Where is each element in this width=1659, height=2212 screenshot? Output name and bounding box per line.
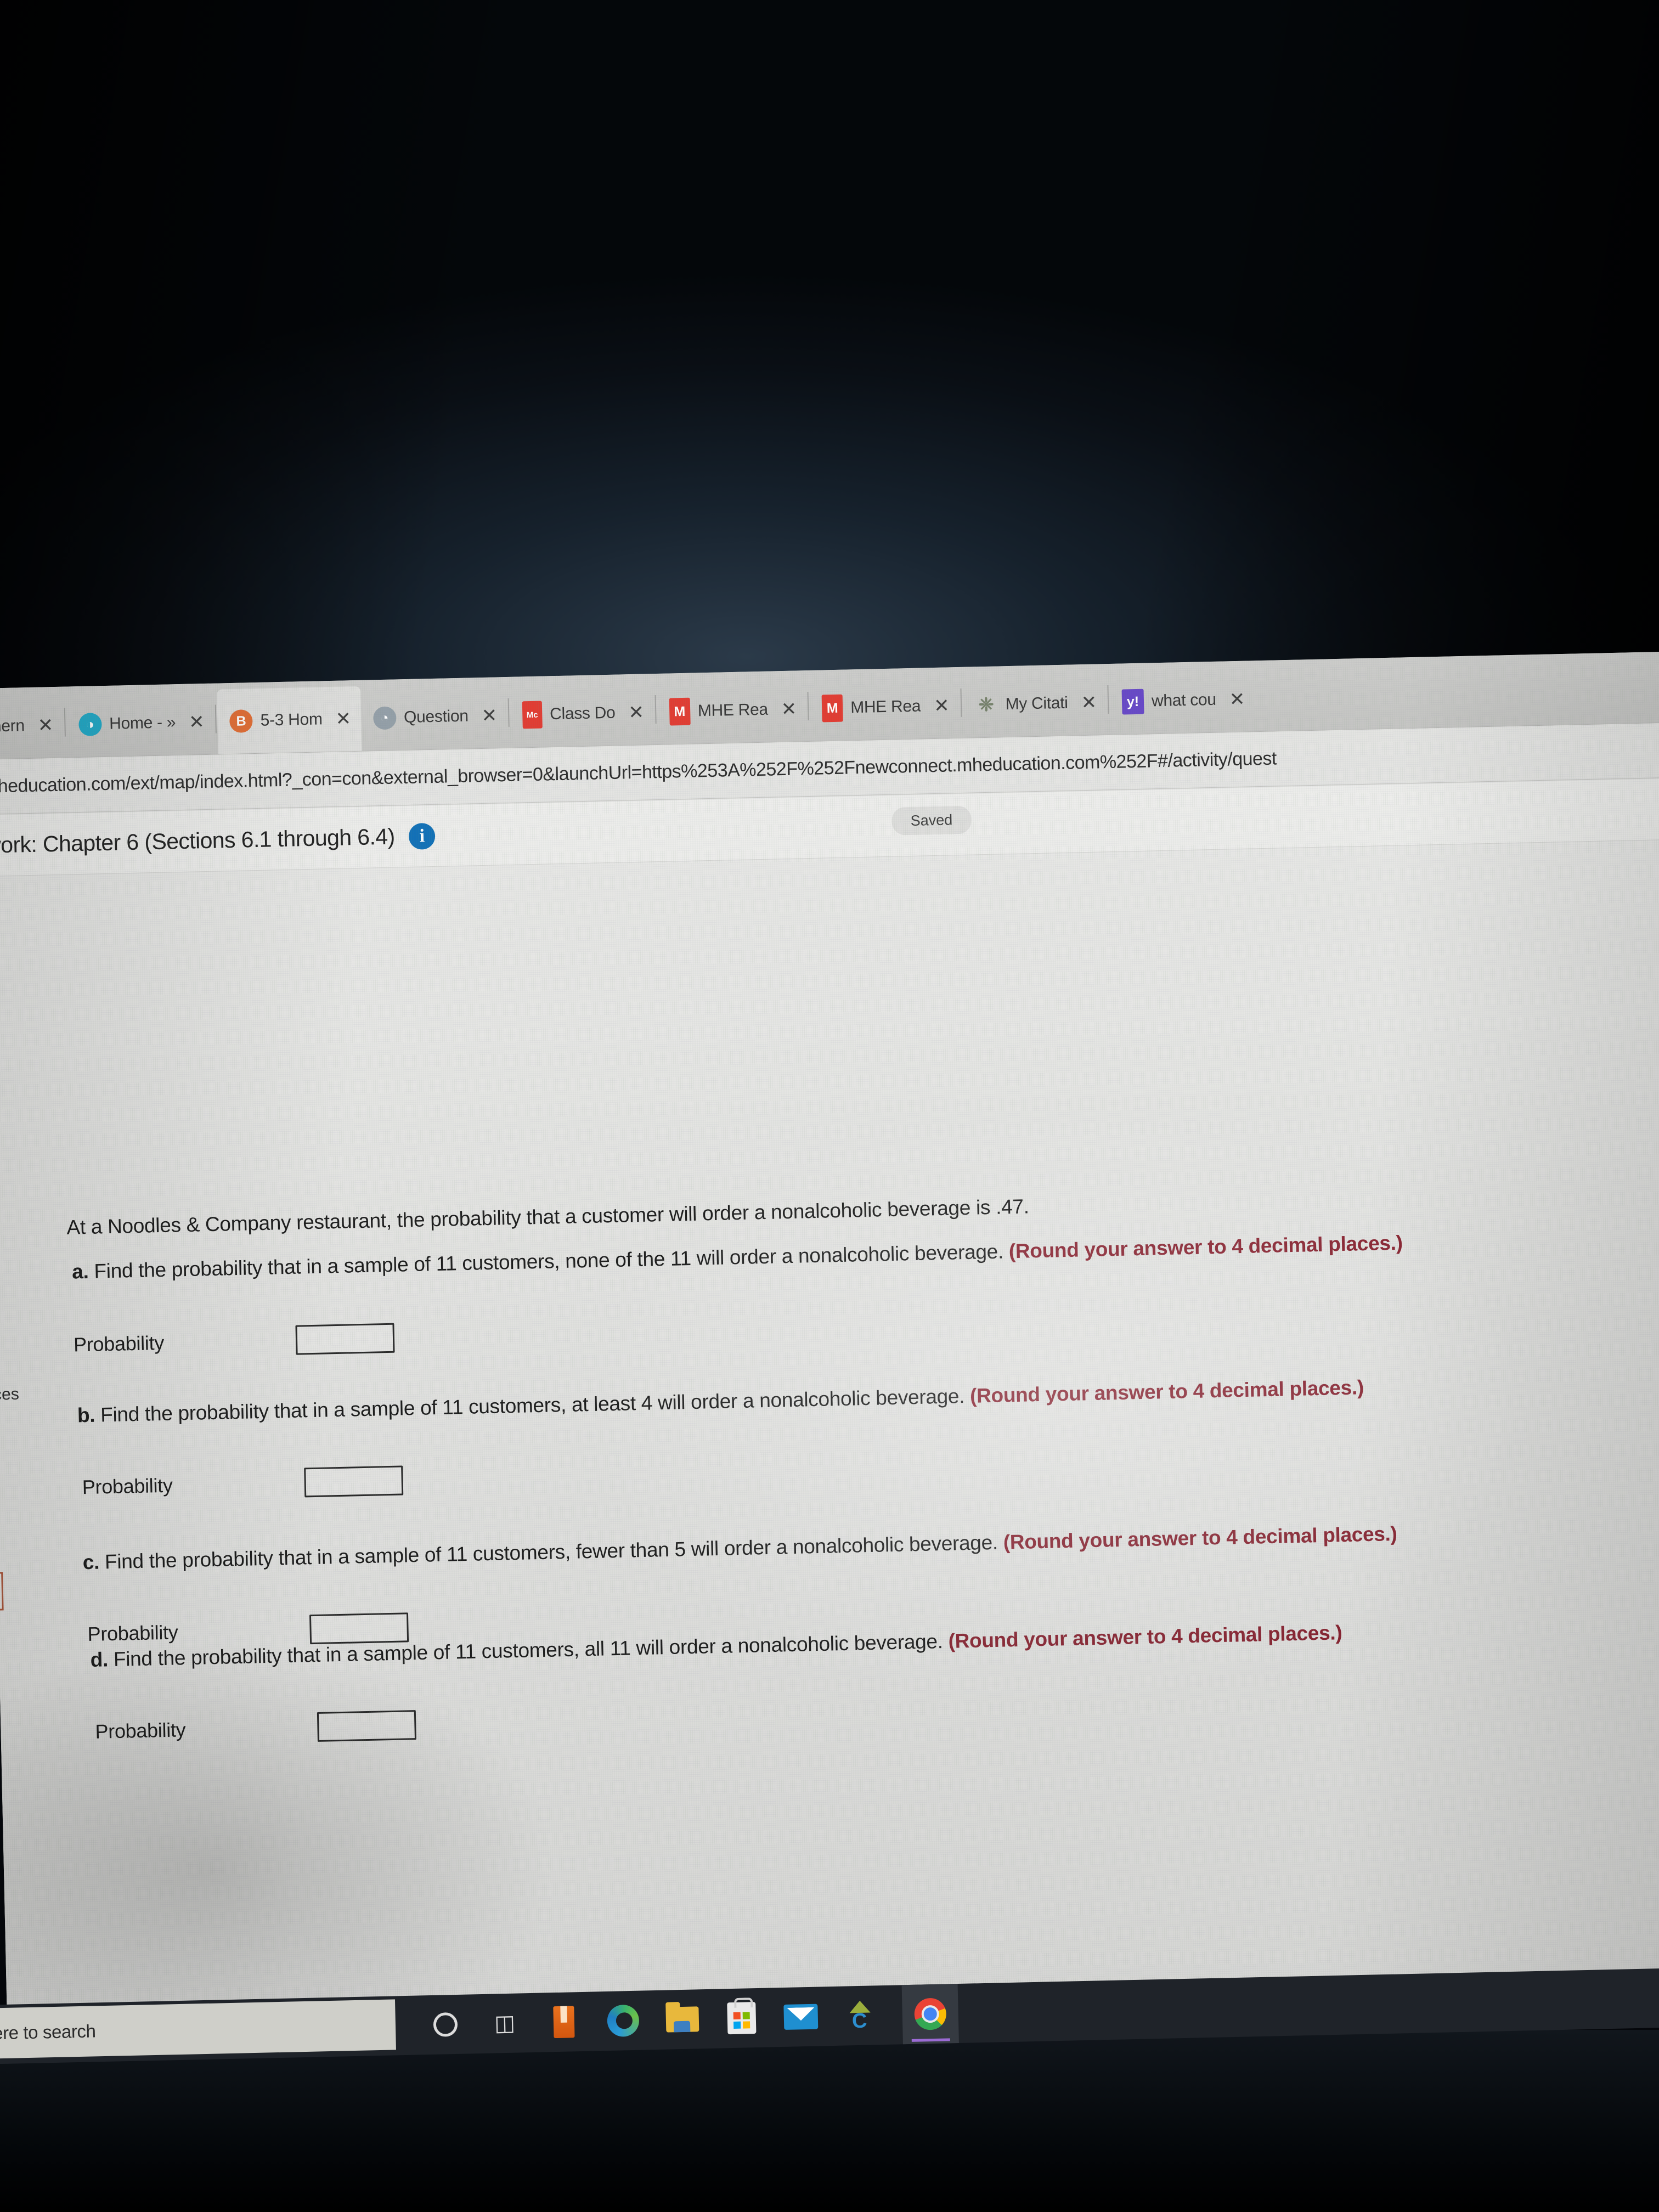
tab-divider: [807, 691, 809, 720]
tab-divider: [507, 698, 510, 727]
status-badge-saved: Saved: [891, 805, 972, 836]
dark-room-background-top: [0, 0, 1659, 691]
blackboard-icon: B: [229, 709, 253, 733]
tab-label: My Citati: [1005, 693, 1068, 714]
part-letter: d.: [90, 1648, 109, 1671]
cortana-icon[interactable]: [428, 2007, 462, 2042]
close-icon[interactable]: ✕: [1229, 689, 1245, 710]
url-text: mheducation.com/ext/map/index.html?_con=…: [0, 748, 1277, 797]
tab-label: Question: [403, 707, 469, 727]
page-title: work: Chapter 6 (Sections 6.1 through 6.…: [0, 823, 395, 858]
part-text: Find the probability that in a sample of…: [94, 1240, 1004, 1283]
part-letter: b.: [77, 1403, 95, 1427]
mail-icon[interactable]: [783, 2000, 819, 2034]
taskbar-search-box[interactable]: ere to search: [0, 1999, 396, 2059]
search-placeholder-text: ere to search: [0, 2021, 96, 2044]
tab-divider: [215, 704, 217, 733]
connect-page: work: Chapter 6 (Sections 6.1 through 6.…: [0, 777, 1659, 2038]
tab-label: what cou: [1151, 690, 1217, 710]
part-round-note: (Round your answer to 4 decimal places.): [969, 1376, 1364, 1407]
browser-tab-my-citations[interactable]: ❈ My Citati ✕: [962, 670, 1107, 738]
close-icon[interactable]: ✕: [37, 715, 53, 736]
part-round-note: (Round your answer to 4 decimal places.): [1003, 1522, 1397, 1554]
task-view-icon[interactable]: ◫: [487, 2006, 522, 2040]
feather-icon: ❈: [978, 694, 995, 716]
part-round-note: (Round your answer to 4 decimal places.): [1008, 1231, 1403, 1263]
part-round-note: (Round your answer to 4 decimal places.): [948, 1621, 1342, 1652]
tab-label: Class Do: [549, 703, 616, 724]
tab-label: MHE Rea: [850, 697, 921, 717]
book-app-icon[interactable]: [546, 2005, 581, 2039]
question-part-b: b. Find the probability that in a sample…: [77, 1368, 1591, 1429]
browser-tab-yahoo-search[interactable]: y! what cou ✕: [1109, 667, 1256, 735]
world-icon: ◔: [373, 706, 397, 730]
tab-label: MHE Rea: [697, 700, 769, 720]
tab-label: uthern: [0, 716, 25, 736]
browser-tab-southern[interactable]: uthern ✕: [0, 693, 64, 759]
mcgraw-hill-icon: M: [821, 694, 843, 723]
tab-label: Home - »: [109, 713, 176, 733]
question-part-c: c. Find the probability that in a sample…: [82, 1515, 1596, 1576]
close-icon[interactable]: ✕: [481, 705, 497, 726]
close-icon[interactable]: ✕: [1081, 692, 1097, 714]
citation-app-icon[interactable]: [843, 1998, 877, 2033]
browser-tab-mhe-read-2[interactable]: M MHE Rea ✕: [809, 673, 960, 741]
part-letter: a.: [71, 1260, 89, 1283]
globe-icon: ◑: [78, 713, 102, 737]
answer-row-a: Probability: [74, 1323, 395, 1360]
answer-label: Probability: [82, 1474, 173, 1499]
browser-tab-question[interactable]: ◔ Question ✕: [360, 683, 508, 751]
screenshot-photo: uthern ✕ ◑ Home - » ✕ B 5-3 Hom ✕ ◔ Ques…: [0, 0, 1659, 2212]
browser-tab-5-3-homework[interactable]: B 5-3 Hom ✕: [217, 686, 362, 754]
yahoo-icon: y!: [1121, 689, 1144, 715]
monitor-screen: uthern ✕ ◑ Home - » ✕ B 5-3 Hom ✕ ◔ Ques…: [0, 651, 1659, 2038]
tab-label: 5-3 Hom: [260, 710, 323, 730]
tab-divider: [1107, 685, 1109, 714]
mcgraw-hill-icon: Mc: [522, 701, 543, 729]
question-body: At a Noodles & Company restaurant, the p…: [0, 839, 1659, 2038]
close-icon[interactable]: ✕: [934, 695, 950, 716]
close-icon[interactable]: ✕: [189, 712, 205, 733]
close-icon[interactable]: ✕: [781, 698, 797, 720]
tab-divider: [64, 708, 66, 737]
part-text: Find the probability that in a sample of…: [100, 1385, 965, 1426]
probability-input-d[interactable]: [317, 1710, 416, 1742]
browser-tab-class-doc[interactable]: Mc Class Do ✕: [510, 680, 654, 748]
close-icon[interactable]: ✕: [628, 702, 644, 724]
answer-label: Probability: [87, 1621, 178, 1646]
part-text: Find the probability that in a sample of…: [104, 1531, 998, 1573]
edge-icon[interactable]: [606, 2004, 640, 2038]
answer-row-d: Probability: [95, 1710, 416, 1747]
microsoft-store-icon[interactable]: [724, 2001, 759, 2035]
close-icon[interactable]: ✕: [335, 708, 351, 730]
browser-tab-mhe-read-1[interactable]: M MHE Rea ✕: [657, 676, 808, 744]
mcgraw-hill-icon: M: [669, 697, 691, 726]
answer-row-b: Probability: [82, 1465, 404, 1502]
tab-divider: [654, 695, 657, 724]
part-letter: c.: [82, 1550, 100, 1574]
chrome-icon[interactable]: [901, 1984, 959, 2045]
browser-tab-home[interactable]: ◑ Home - » ✕: [66, 690, 215, 758]
info-icon[interactable]: i: [408, 822, 436, 850]
taskbar-icon-group: ◫: [395, 1984, 959, 2055]
probability-input-a[interactable]: [295, 1323, 395, 1355]
answer-label: Probability: [73, 1331, 165, 1356]
probability-input-b[interactable]: [303, 1465, 404, 1498]
file-explorer-icon[interactable]: [665, 2002, 699, 2036]
answer-label: Probability: [95, 1718, 186, 1743]
tab-divider: [960, 688, 962, 717]
